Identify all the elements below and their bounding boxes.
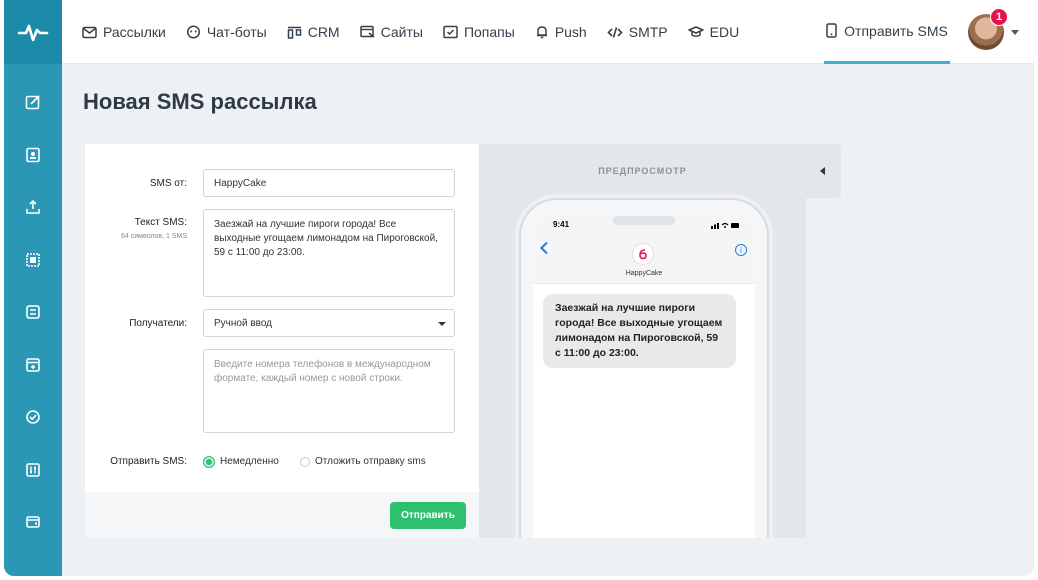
- nav-popups[interactable]: Попапы: [443, 0, 515, 64]
- recipients-select[interactable]: Ручной ввод: [203, 309, 455, 337]
- preview-panel: ПРЕДПРОСМОТР 9:41 HappyCake i Заезжай на…: [479, 144, 806, 538]
- radio-send-later-label: Отложить отправку sms: [315, 456, 426, 467]
- notification-badge: 1: [990, 8, 1008, 26]
- text-label: Текст SMS:: [134, 217, 187, 228]
- sender-input[interactable]: HappyCake: [203, 169, 455, 197]
- addressbook-icon: [26, 147, 40, 163]
- nav-edu-label: EDU: [709, 24, 740, 40]
- recipients-value: Ручной ввод: [214, 318, 273, 329]
- code-icon: [607, 26, 623, 38]
- nav-smtp[interactable]: SMTP: [607, 0, 668, 64]
- form-add-icon: [26, 357, 40, 372]
- phone-numbers-input[interactable]: Введите номера телефонов в международном…: [203, 349, 455, 433]
- nav-chatbots-label: Чат-боты: [206, 24, 267, 40]
- info-icon[interactable]: i: [735, 244, 747, 256]
- nav-push-label: Push: [554, 24, 587, 40]
- nav-mailings-label: Рассылки: [103, 24, 166, 40]
- send-sms-label: Отправить SMS: [844, 22, 948, 39]
- status-time: 9:41: [553, 220, 570, 229]
- graduation-icon: [687, 26, 704, 37]
- nav-smtp-label: SMTP: [628, 24, 668, 40]
- sidebar: [4, 0, 62, 576]
- back-arrow-icon[interactable]: [539, 241, 549, 260]
- site-icon: [359, 25, 375, 38]
- send-button[interactable]: Отправить: [390, 502, 466, 529]
- phone-icon: [826, 23, 837, 38]
- signal-battery-icon: [711, 222, 739, 229]
- radio-send-now[interactable]: [204, 457, 214, 467]
- text-counter: 64 символов, 1 SMS: [120, 233, 187, 240]
- phone-screen: 9:41 HappyCake i Заезжай на лучшие пирог…: [533, 212, 755, 538]
- popup-icon: [443, 25, 458, 39]
- top-navigation: Рассылки Чат-боты CRM Сайты Попапы Push: [62, 0, 1034, 64]
- wallet-icon: [26, 516, 40, 529]
- nav-sites[interactable]: Сайты: [359, 0, 423, 64]
- logo[interactable]: [4, 0, 62, 64]
- app-window: Рассылки Чат-боты CRM Сайты Попапы Push: [4, 0, 1034, 576]
- sidebar-item-billing[interactable]: [4, 496, 62, 549]
- check-circle-icon: [26, 410, 40, 425]
- preview-title: ПРЕДПРОСМОТР: [598, 166, 687, 176]
- select-caret-icon: [438, 322, 446, 326]
- form-footer: Отправить: [85, 492, 479, 538]
- bell-icon: [536, 26, 547, 39]
- sidebar-item-tasks[interactable]: [4, 391, 62, 444]
- pulse-logo-icon: [17, 24, 49, 42]
- sidebar-item-automation[interactable]: [4, 286, 62, 339]
- send-when-label: Отправить SMS:: [110, 456, 187, 467]
- sidebar-item-compose[interactable]: [4, 76, 62, 129]
- contact-name: HappyCake: [625, 270, 663, 277]
- happycake-logo-icon: [632, 243, 654, 265]
- collapse-preview-button[interactable]: [806, 144, 841, 198]
- upload-icon: [26, 200, 40, 215]
- nav-push[interactable]: Push: [535, 0, 587, 64]
- sliders-icon: [26, 462, 40, 477]
- radio-send-later[interactable]: [300, 457, 310, 467]
- sender-label: SMS от:: [149, 178, 187, 189]
- message-header: 9:41 HappyCake i: [533, 212, 755, 284]
- mail-icon: [82, 26, 97, 38]
- nav-mailings[interactable]: Рассылки: [82, 0, 166, 64]
- sidebar-item-forms[interactable]: [4, 339, 62, 392]
- page-title: Новая SMS рассылка: [83, 89, 317, 114]
- edit-icon: [25, 95, 40, 110]
- sidebar-item-upload[interactable]: [4, 181, 62, 234]
- nav-sites-label: Сайты: [380, 24, 423, 40]
- template-icon: [26, 252, 40, 267]
- nav-crm-label: CRM: [307, 24, 340, 40]
- sidebar-item-settings[interactable]: [4, 444, 62, 497]
- sms-form: SMS от: HappyCake Текст SMS: 64 символов…: [85, 144, 479, 538]
- recipients-label: Получатели:: [129, 318, 187, 329]
- automation-icon: [26, 305, 40, 320]
- phone-notch: [613, 216, 675, 225]
- caret-left-icon: [820, 167, 825, 175]
- radio-send-now-label: Немедленно: [220, 456, 279, 467]
- nav-popups-label: Попапы: [463, 24, 515, 40]
- nav-edu[interactable]: EDU: [687, 0, 740, 64]
- status-icons: [711, 221, 741, 231]
- chatbot-icon: [186, 25, 200, 39]
- phone-mockup: 9:41 HappyCake i Заезжай на лучшие пирог…: [519, 198, 769, 538]
- sidebar-item-addressbook[interactable]: [4, 129, 62, 182]
- sms-text-area[interactable]: Заезжай на лучшие пироги города! Все вых…: [203, 209, 455, 297]
- nav-crm[interactable]: CRM: [287, 0, 340, 64]
- chevron-down-icon[interactable]: [1011, 30, 1019, 35]
- send-sms-tab[interactable]: Отправить SMS: [824, 0, 950, 64]
- nav-chatbots[interactable]: Чат-боты: [186, 0, 267, 64]
- sms-bubble: Заезжай на лучшие пироги города! Все вых…: [543, 294, 736, 368]
- sidebar-item-templates[interactable]: [4, 234, 62, 287]
- crm-icon: [287, 26, 301, 39]
